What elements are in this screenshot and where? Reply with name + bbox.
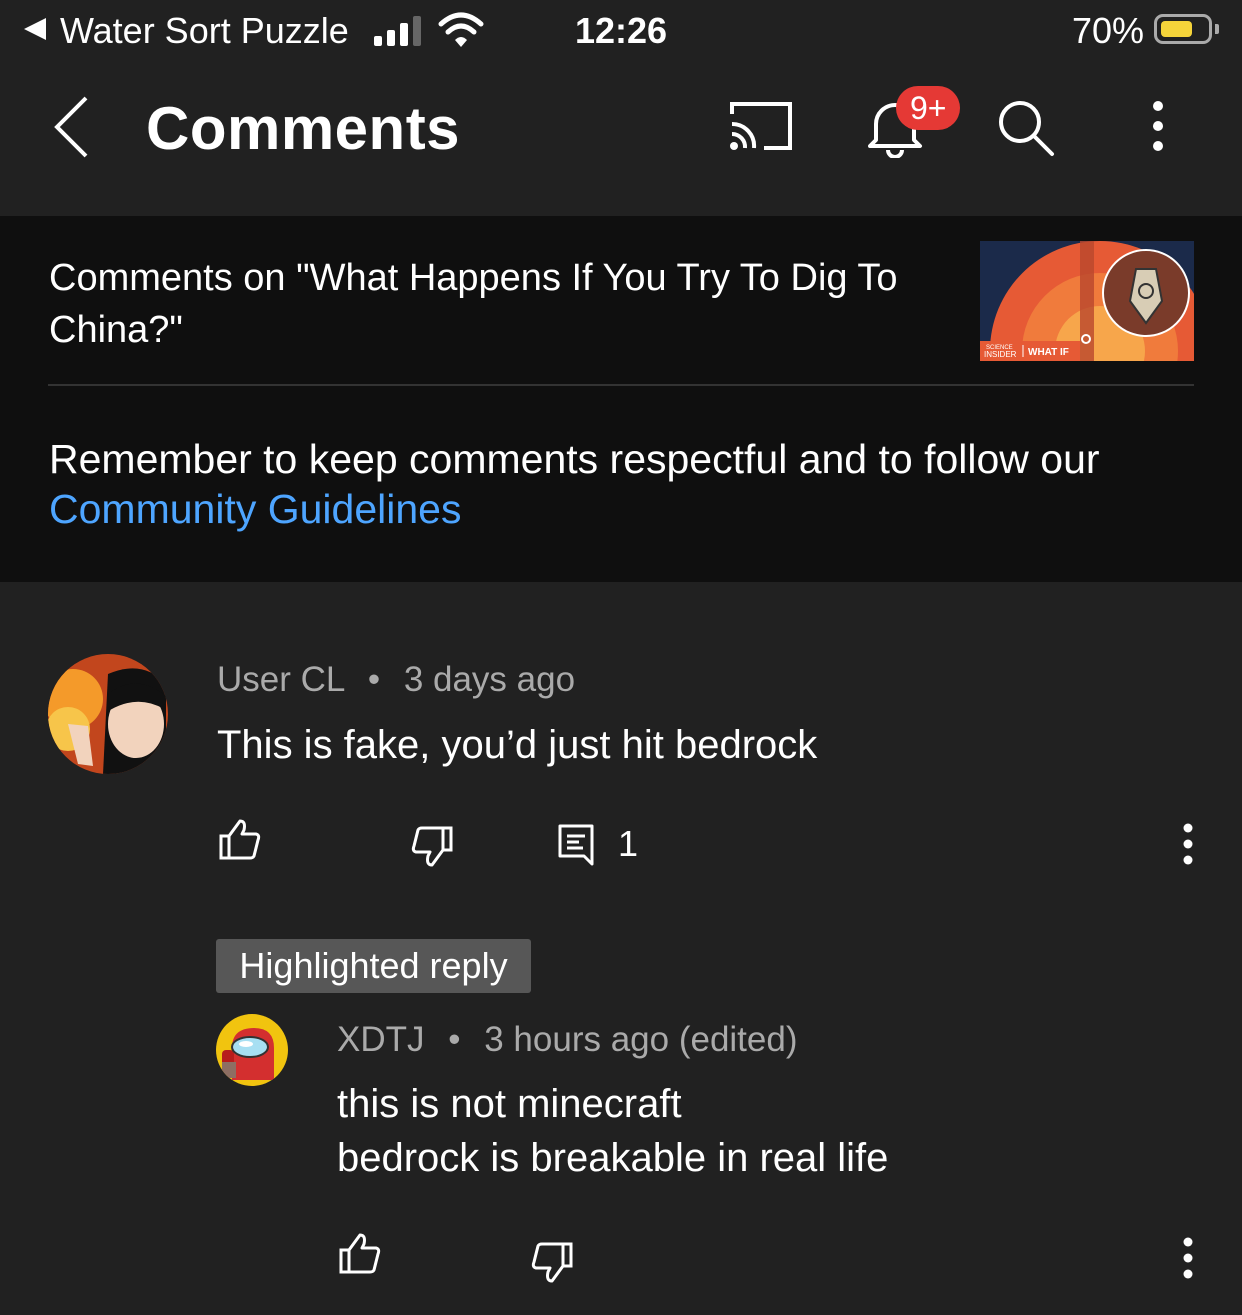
reply-dislike-icon[interactable]	[530, 1242, 574, 1284]
community-guidelines-link[interactable]: Community Guidelines	[49, 486, 461, 532]
comment-text: This is fake, you’d just hit bedrock	[217, 723, 818, 767]
comment-meta: User CL • 3 days ago	[217, 660, 575, 700]
battery-icon	[1154, 14, 1212, 44]
clock: 12:26	[574, 10, 668, 51]
highlighted-reply-chip: Highlighted reply	[216, 939, 531, 993]
battery-percent: 70%	[1071, 10, 1144, 51]
thumbnail-brand: INSIDER	[984, 350, 1017, 359]
notification-badge: 9+	[896, 86, 961, 130]
reply-icon[interactable]	[558, 824, 594, 866]
reply-text-line: this is not minecraft	[337, 1082, 682, 1126]
back-arrow-icon[interactable]	[52, 96, 92, 158]
more-options-icon[interactable]	[1146, 100, 1170, 152]
reminder-text: Remember to keep comments respectful and…	[49, 436, 1100, 482]
meta-separator: •	[448, 1020, 461, 1059]
reply-time: 3 hours ago (edited)	[484, 1020, 798, 1059]
reply-text: this is not minecraft bedrock is breakab…	[337, 1077, 1197, 1185]
reply-meta: XDTJ • 3 hours ago (edited)	[337, 1020, 798, 1060]
battery-level	[1161, 21, 1192, 37]
guidelines-reminder: Remember to keep comments respectful and…	[49, 434, 1209, 534]
reply-avatar[interactable]	[216, 1014, 288, 1086]
comment-time: 3 days ago	[403, 660, 576, 699]
reply-more-icon[interactable]	[1178, 1236, 1198, 1280]
video-title: Comments on "What Happens If You Try To …	[49, 257, 898, 351]
reply-author[interactable]: XDTJ	[337, 1020, 425, 1059]
search-icon[interactable]	[996, 98, 1056, 158]
comment-more-icon[interactable]	[1178, 822, 1198, 866]
reply-count[interactable]: 1	[618, 823, 638, 865]
avatar[interactable]	[48, 654, 168, 774]
dislike-icon[interactable]	[410, 826, 454, 868]
like-icon[interactable]	[218, 818, 262, 860]
battery-cap	[1215, 24, 1219, 34]
status-bar: Water Sort Puzzle 12:26 70%	[0, 0, 1242, 64]
cast-icon[interactable]	[728, 100, 794, 152]
comment-author[interactable]: User CL	[217, 660, 344, 699]
page-title: Comments	[146, 95, 461, 162]
thumbnail-series: WHAT IF	[1028, 347, 1069, 358]
reply-text-line: bedrock is breakable in real life	[337, 1136, 889, 1180]
panel-divider	[48, 384, 1194, 386]
video-thumbnail[interactable]: SCIENCE INSIDER WHAT IF	[980, 241, 1194, 361]
reply-like-icon[interactable]	[338, 1232, 382, 1274]
meta-separator: •	[367, 660, 381, 699]
